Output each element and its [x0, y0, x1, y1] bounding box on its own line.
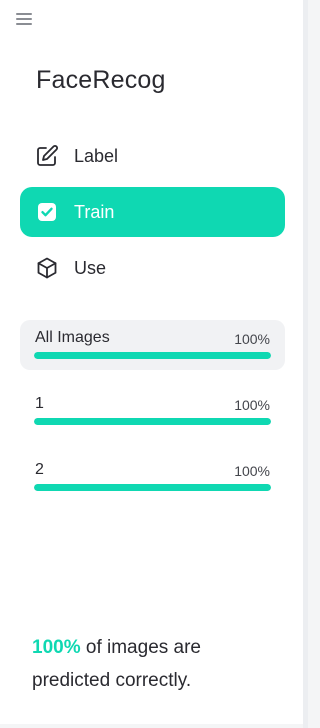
stat-percent: 100% [234, 397, 270, 413]
stat-name: 2 [35, 461, 44, 478]
nav-item-label-text: Label [74, 145, 119, 166]
stat-name: 1 [35, 395, 44, 412]
stat-row-class-1[interactable]: 1 100% [20, 386, 285, 436]
progress-fill [34, 352, 271, 359]
app-title: FaceRecog [36, 66, 166, 94]
stat-percent: 100% [234, 463, 270, 479]
checkbox-checked-icon [34, 199, 60, 225]
accuracy-summary: 100% of images are predicted correctly. [32, 631, 272, 697]
scrollbar-track[interactable] [303, 0, 308, 728]
hamburger-menu-icon[interactable] [14, 10, 34, 28]
accuracy-value: 100% [32, 637, 81, 658]
pencil-edit-icon [34, 143, 60, 169]
progress-fill [34, 484, 271, 491]
progress-bar [34, 352, 271, 359]
stat-name: All Images [35, 329, 110, 346]
nav-item-train[interactable]: Train [20, 187, 285, 237]
nav-item-train-text: Train [74, 201, 115, 222]
nav-item-use[interactable]: Use [20, 243, 285, 293]
stat-row-class-2[interactable]: 2 100% [20, 452, 285, 502]
sidebar-panel: FaceRecog Label Train Use All Images 100… [0, 0, 303, 724]
progress-bar [34, 418, 271, 425]
stat-row-all-images[interactable]: All Images 100% [20, 320, 285, 370]
cube-icon [34, 255, 60, 281]
nav-item-use-text: Use [74, 257, 107, 278]
progress-fill [34, 418, 271, 425]
stat-percent: 100% [234, 331, 270, 347]
progress-bar [34, 484, 271, 491]
nav-item-label[interactable]: Label [20, 131, 285, 181]
